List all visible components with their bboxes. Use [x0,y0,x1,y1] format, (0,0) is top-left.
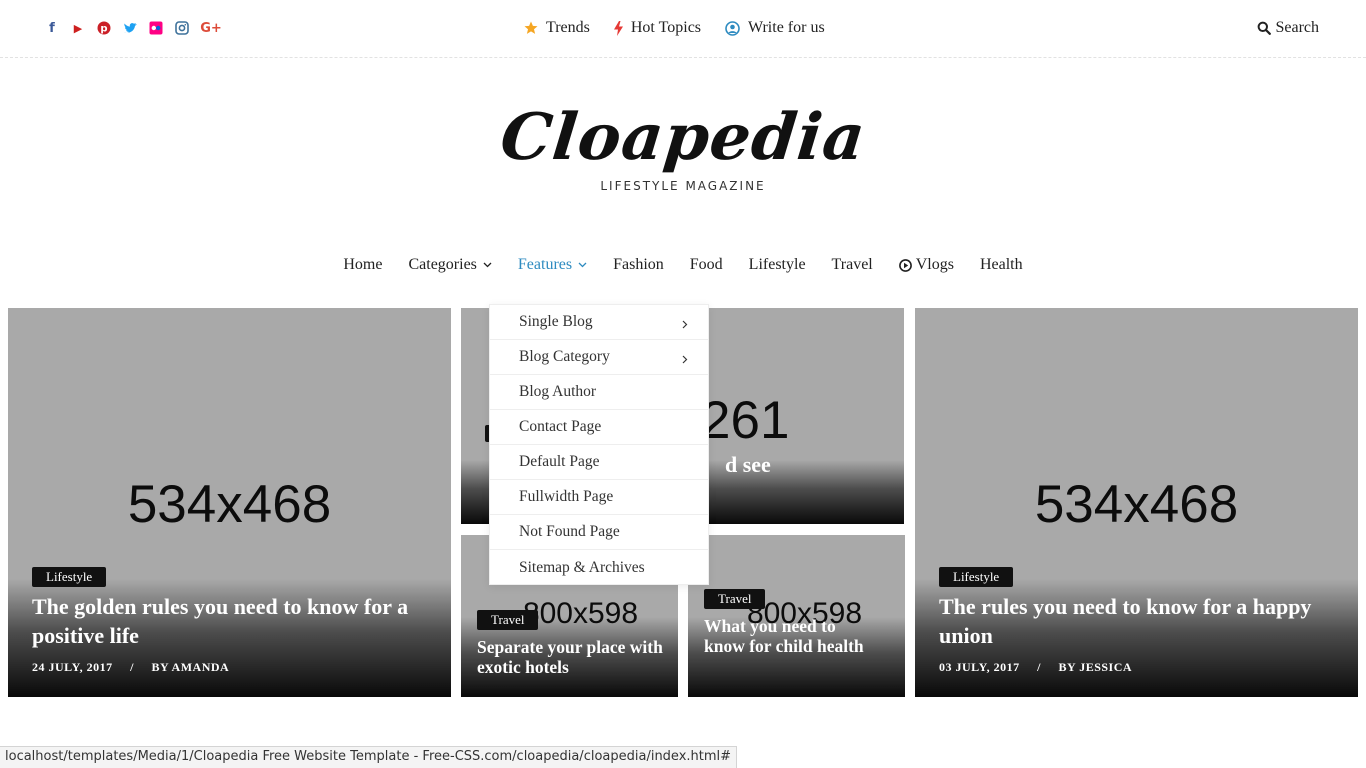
post-title[interactable]: The rules you need to know for a happy u… [939,592,1339,650]
category-tag[interactable]: Lifestyle [939,567,1014,587]
post-title[interactable]: What you need to know for child health [704,616,879,656]
menu-item-fullwidth-page[interactable]: Fullwidth Page [490,480,708,515]
nav-food[interactable]: Food [690,256,723,274]
write-for-us-link[interactable]: Write for us [725,19,825,37]
category-tag[interactable]: Travel [704,589,766,609]
post-meta: 03 JULY, 2017 / BY JESSICA [939,660,1132,675]
post-meta: 24 JULY, 2017 / BY AMANDA [32,660,229,675]
instagram-icon[interactable] [174,19,190,37]
menu-item-single-blog[interactable]: Single Blog [490,305,708,340]
facebook-icon[interactable]: f [44,19,60,37]
chevron-right-icon [682,316,688,334]
menu-item-default-page[interactable]: Default Page [490,445,708,480]
menu-item-label: Sitemap & Archives [519,558,645,576]
menu-item-contact-page[interactable]: Contact Page [490,410,708,445]
nav-travel[interactable]: Travel [832,256,873,274]
user-circle-icon [725,20,740,36]
nav-categories[interactable]: Categories [408,256,492,274]
menu-item-not-found-page[interactable]: Not Found Page [490,515,708,550]
post-author[interactable]: BY AMANDA [151,660,229,674]
top-bar: f ▶ p G+ Trends Hot Topics Write for us … [0,0,1366,58]
post-title[interactable]: The golden rules you need to know for a … [32,592,422,650]
logo-tagline: LIFESTYLE MAGAZINE [600,179,766,193]
search-label: Search [1275,19,1319,36]
image-placeholder: 534x468 [127,475,332,534]
nav-home[interactable]: Home [343,256,382,274]
post-date: 03 JULY, 2017 [939,660,1020,674]
svg-text:p: p [100,24,107,35]
search-link[interactable]: Search [1257,19,1319,37]
browser-status-bar: localhost/templates/Media/1/Cloapedia Fr… [0,746,738,768]
menu-item-label: Not Found Page [519,523,620,540]
hot-topics-link[interactable]: Hot Topics [613,19,702,37]
play-circle-icon [898,258,912,272]
post-title[interactable]: d see [725,452,771,478]
menu-item-sitemap-archives[interactable]: Sitemap & Archives [490,550,708,585]
menu-item-label: Fullwidth Page [519,488,614,505]
post-author[interactable]: BY JESSICA [1058,660,1132,674]
star-icon [524,21,538,35]
chevron-right-icon [682,351,688,369]
featured-post-bottom-b[interactable]: 800x598 Travel What you need to know for… [688,535,905,697]
hot-topics-label: Hot Topics [630,19,702,36]
category-tag[interactable]: Travel [477,610,539,630]
post-date: 24 JULY, 2017 [32,660,113,674]
nav-fashion[interactable]: Fashion [613,256,664,274]
google-plus-icon[interactable]: G+ [200,19,222,37]
trends-link[interactable]: Trends [524,19,590,37]
social-links: f ▶ p G+ [44,19,222,37]
site-logo[interactable]: Cloapedia LIFESTYLE MAGAZINE [0,100,1366,193]
menu-item-label: Blog Category [519,348,610,365]
nav-vlogs[interactable]: Vlogs [898,256,954,274]
twitter-icon[interactable] [122,19,138,37]
menu-item-label: Single Blog [519,313,593,330]
featured-post-left[interactable]: 534x468 Lifestyle The golden rules you n… [8,308,451,697]
meta-separator: / [1037,660,1041,674]
nav-features[interactable]: Features [518,256,587,274]
write-for-us-label: Write for us [748,19,825,36]
image-placeholder: 534x468 [1034,475,1239,534]
top-links: Trends Hot Topics Write for us [524,19,849,37]
nav-health[interactable]: Health [980,256,1023,274]
search-icon [1257,21,1272,35]
nav-features-label: Features [517,256,573,273]
features-dropdown-menu: Single Blog Blog Category Blog Author Co… [489,304,709,585]
nav-vlogs-label: Vlogs [915,256,954,273]
menu-item-label: Contact Page [519,418,602,435]
pinterest-icon[interactable]: p [96,19,112,37]
menu-item-blog-author[interactable]: Blog Author [490,375,708,410]
featured-post-right[interactable]: 534x468 Lifestyle The rules you need to … [915,308,1358,697]
post-title[interactable]: Separate your place with exotic hotels [477,637,672,677]
nav-lifestyle[interactable]: Lifestyle [749,256,806,274]
trends-label: Trends [546,19,590,36]
image-placeholder: 261 [701,391,790,450]
bolt-icon [613,20,623,36]
category-tag[interactable]: Lifestyle [32,567,107,587]
nav-categories-label: Categories [408,256,477,273]
flickr-icon[interactable] [148,19,164,37]
menu-item-label: Default Page [519,453,600,470]
menu-item-label: Blog Author [519,383,597,400]
youtube-icon[interactable]: ▶ [70,19,86,37]
meta-separator: / [130,660,134,674]
main-nav: Home Categories Features Fashion Food Li… [0,256,1366,274]
chevron-down-icon [578,262,587,268]
menu-item-blog-category[interactable]: Blog Category [490,340,708,375]
logo-brand: Cloapedia [496,100,870,175]
chevron-down-icon [483,262,492,268]
